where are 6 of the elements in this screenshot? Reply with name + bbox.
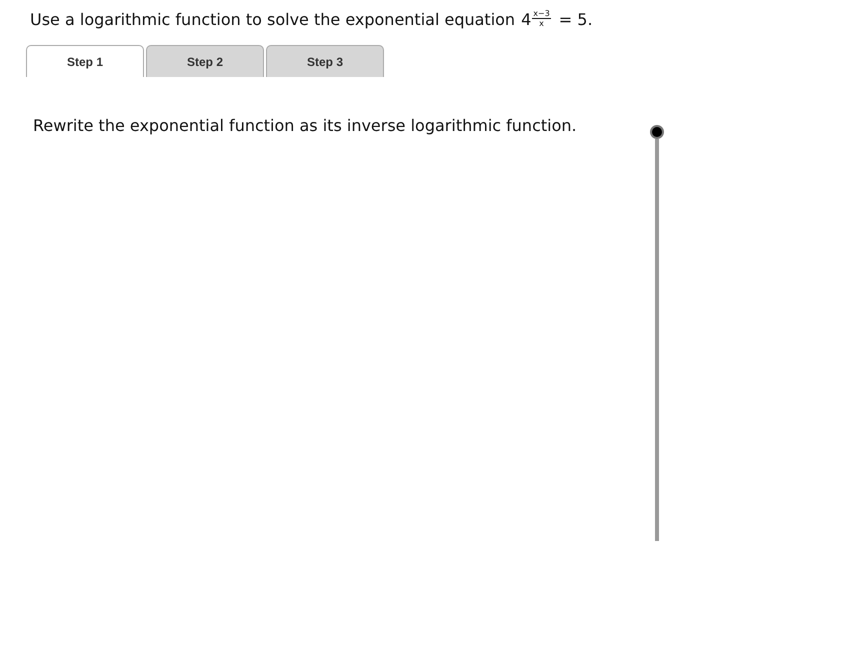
step-tab[interactable]: Step 2 (146, 45, 264, 77)
step-tab[interactable]: Step 1 (26, 45, 144, 77)
question-text: Use a logarithmic function to solve the exponential equation (30, 10, 516, 29)
instruction-text: Rewrite the exponential function as its inverse logarithmic function. (33, 116, 577, 135)
step-tab[interactable]: Step 3 (266, 45, 384, 77)
slider-thumb[interactable] (650, 125, 664, 139)
